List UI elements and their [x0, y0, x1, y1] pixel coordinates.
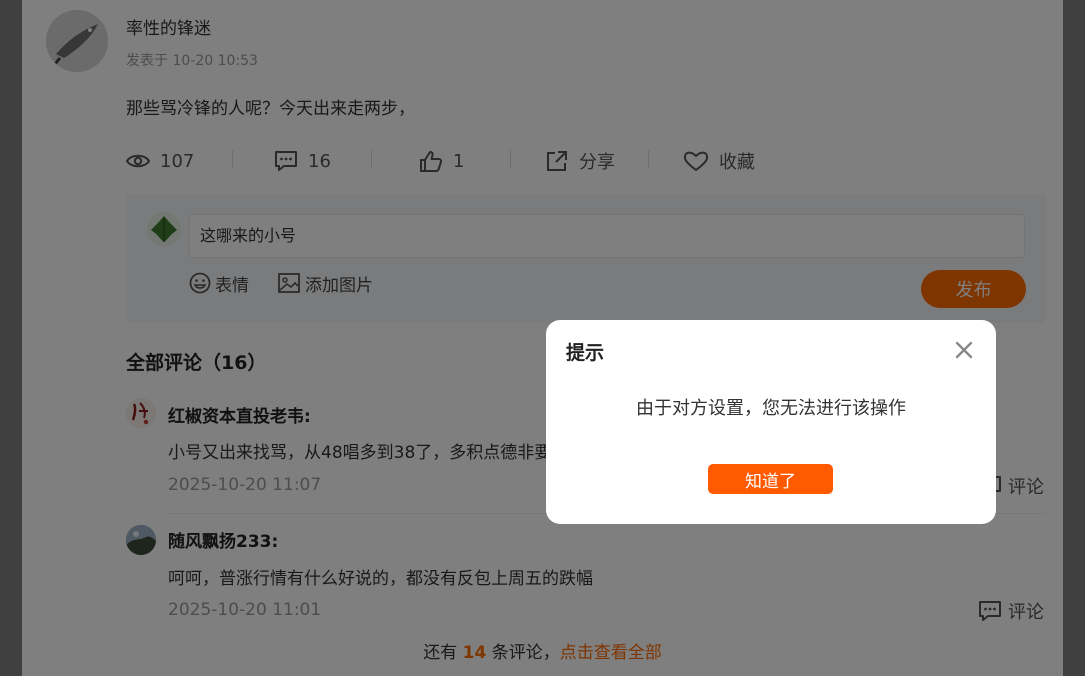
close-icon[interactable] [950, 336, 978, 364]
close-icon-glyph [955, 341, 973, 359]
confirm-button[interactable]: 知道了 [708, 464, 833, 494]
notice-dialog: 提示 由于对方设置，您无法进行该操作 知道了 [546, 320, 996, 524]
dialog-title: 提示 [566, 342, 605, 364]
dialog-message: 由于对方设置，您无法进行该操作 [636, 398, 906, 419]
